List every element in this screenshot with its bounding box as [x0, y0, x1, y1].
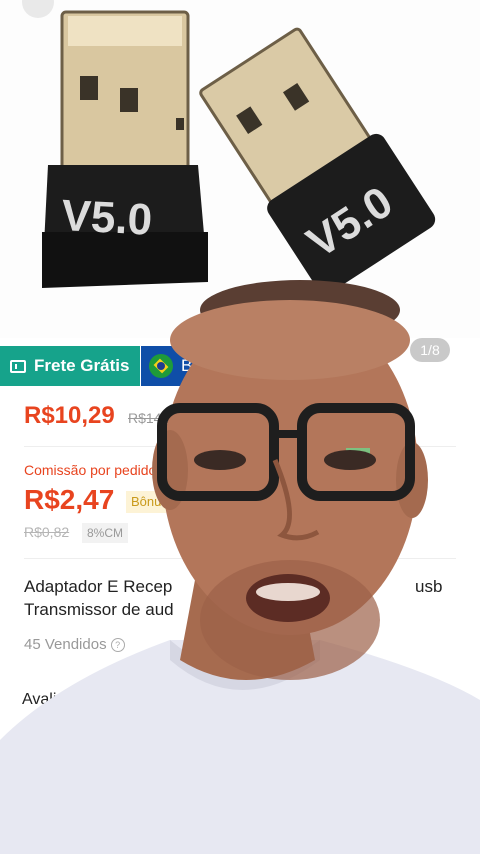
presenter-video-overlay [0, 280, 480, 854]
image-label-left: V5.0 [60, 191, 153, 245]
